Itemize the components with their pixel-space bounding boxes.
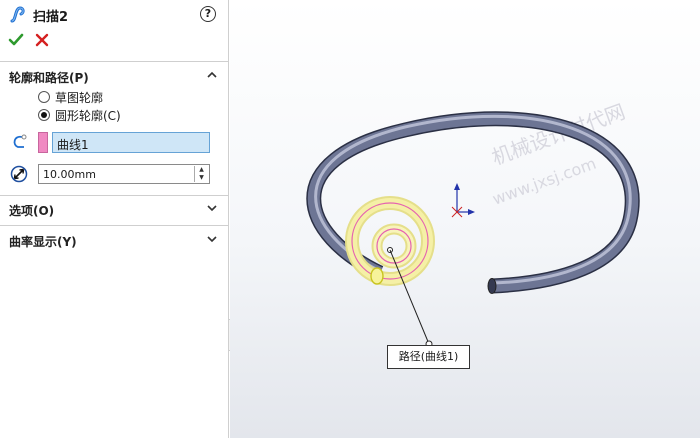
diameter-spinner[interactable]: ▲ ▼	[194, 166, 208, 182]
radio-circular-profile[interactable]: 圆形轮廓(C)	[38, 107, 198, 123]
section-label-options: 选项(O)	[9, 204, 55, 218]
selected-spiral[interactable]	[345, 196, 435, 286]
diameter-input[interactable]: 10.00mm ▲ ▼	[38, 164, 210, 184]
path-color-swatch	[38, 132, 48, 153]
section-header-curvature[interactable]: 曲率显示(Y)	[0, 228, 229, 252]
cancel-button[interactable]	[34, 32, 50, 48]
section-label-curvature: 曲率显示(Y)	[9, 235, 77, 249]
radio-label: 草图轮廓	[55, 91, 104, 105]
section-divider	[0, 195, 229, 196]
diameter-icon	[10, 165, 28, 183]
spin-down-icon[interactable]: ▼	[195, 174, 208, 182]
chevron-down-icon	[207, 236, 217, 243]
checkmark-icon	[8, 33, 24, 46]
sweep-icon	[10, 6, 25, 23]
help-icon[interactable]: ?	[200, 6, 216, 22]
feature-title-bar: 扫描2 ?	[0, 0, 229, 28]
chevron-up-icon	[207, 71, 217, 78]
path-callout[interactable]: 路径(曲线1)	[387, 345, 470, 369]
section-label-profile-path: 轮廓和路径(P)	[9, 71, 89, 85]
x-icon	[35, 33, 49, 47]
radio-sketch-profile[interactable]: 草图轮廓	[38, 89, 198, 105]
section-divider	[0, 61, 229, 62]
path-selection-field[interactable]: 曲线1	[52, 132, 210, 153]
radio-label: 圆形轮廓(C)	[55, 109, 121, 123]
triad-icon	[451, 183, 475, 218]
graphics-viewport[interactable]: 机械设计时代网 www.jxsj.com	[230, 0, 700, 438]
section-divider	[0, 225, 229, 226]
model-view: 机械设计时代网 www.jxsj.com	[306, 99, 640, 348]
path-icon	[13, 134, 27, 148]
feature-title: 扫描2	[33, 10, 69, 25]
radio-button[interactable]	[38, 109, 50, 121]
ok-button[interactable]	[8, 32, 24, 48]
radio-button[interactable]	[38, 91, 50, 103]
section-header-options[interactable]: 选项(O)	[0, 197, 229, 221]
diameter-value: 10.00mm	[43, 168, 96, 181]
section-header-profile-path[interactable]: 轮廓和路径(P)	[0, 64, 229, 88]
property-manager-panel: 扫描2 ? 轮廓和路径(P) 草图轮廓 圆形轮廓(C) 曲线1 10.00mm	[0, 0, 229, 438]
spin-up-icon[interactable]: ▲	[195, 166, 208, 174]
chevron-down-icon	[207, 205, 217, 212]
